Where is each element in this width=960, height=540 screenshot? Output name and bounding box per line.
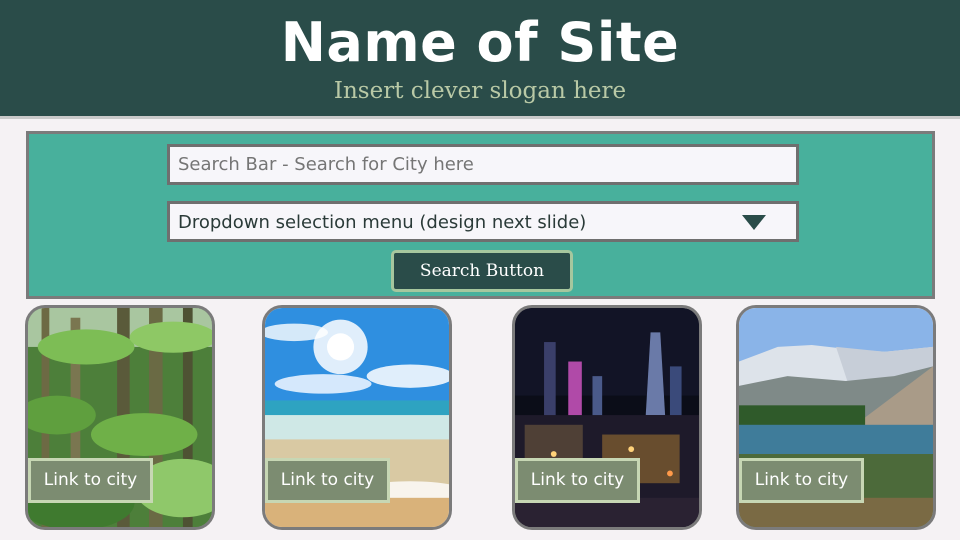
city-link-button[interactable]: Link to city (739, 458, 864, 503)
search-panel: Dropdown selection menu (design next sli… (26, 131, 935, 299)
city-dropdown[interactable]: Dropdown selection menu (design next sli… (167, 201, 799, 242)
search-input[interactable] (167, 144, 799, 185)
city-card-2[interactable]: Link to city (262, 305, 452, 530)
dropdown-label: Dropdown selection menu (design next sli… (178, 212, 587, 233)
city-card-3[interactable]: Link to city (512, 305, 702, 530)
site-header: Name of Site Insert clever slogan here (0, 0, 960, 119)
city-link-button[interactable]: Link to city (265, 458, 390, 503)
city-link-button[interactable]: Link to city (515, 458, 640, 503)
site-slogan: Insert clever slogan here (333, 78, 627, 104)
city-card-1[interactable]: Link to city (25, 305, 215, 530)
dropdown-arrow-icon[interactable] (742, 215, 766, 230)
city-card-4[interactable]: Link to city (736, 305, 936, 530)
city-link-button[interactable]: Link to city (28, 458, 153, 503)
site-title: Name of Site (280, 11, 680, 74)
search-button[interactable]: Search Button (391, 250, 573, 292)
